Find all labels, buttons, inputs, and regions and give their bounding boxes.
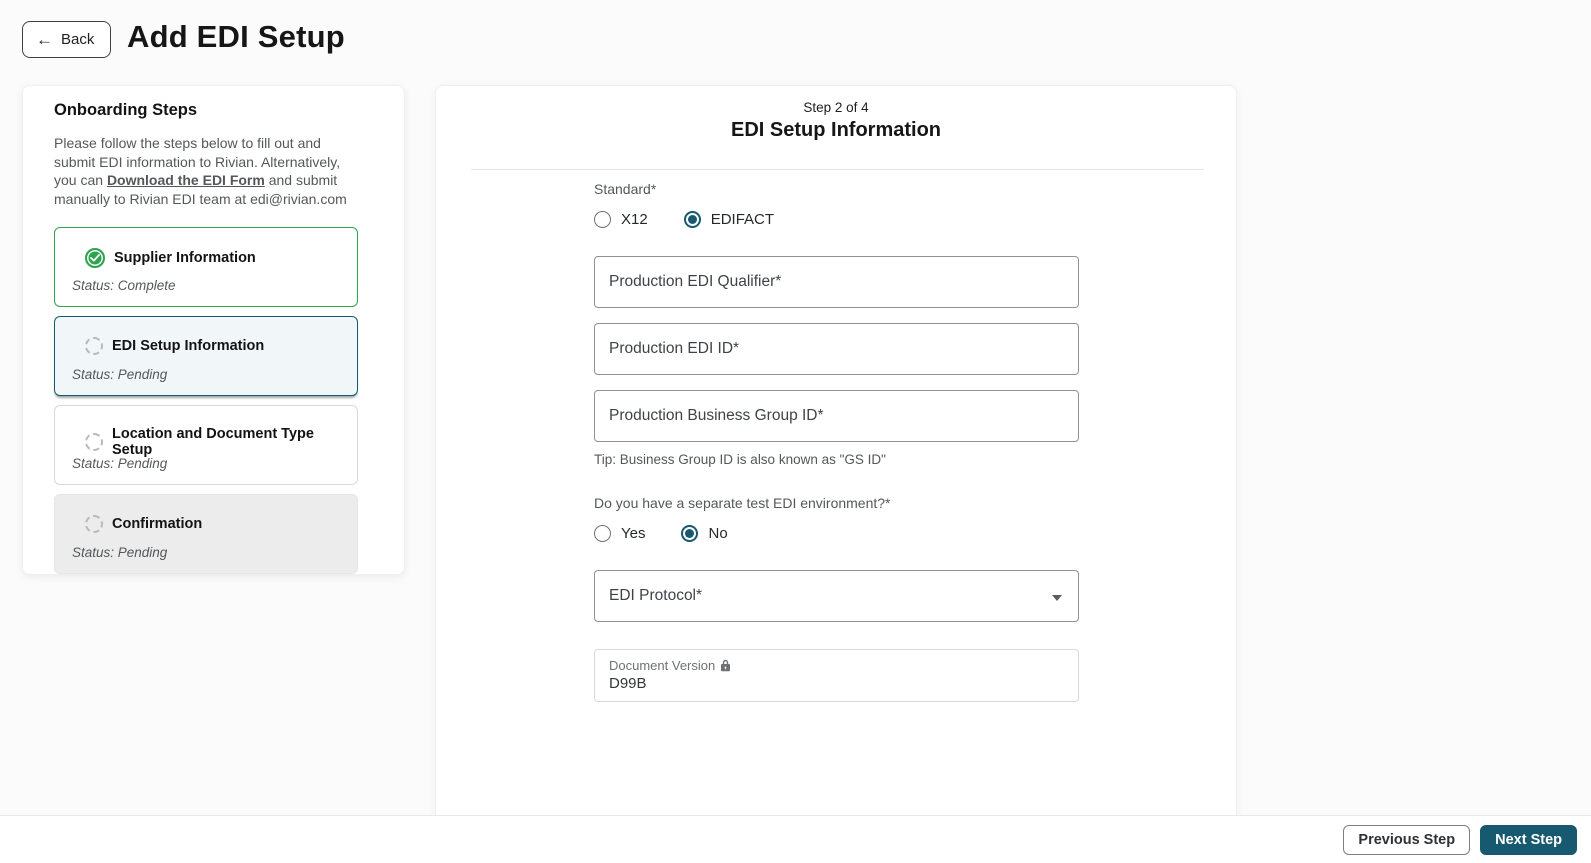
lock-icon: [721, 659, 731, 672]
document-version-label: Document Version: [609, 658, 716, 673]
onboarding-steps-title: Onboarding Steps: [54, 101, 198, 119]
standard-label: Standard*: [594, 181, 657, 197]
edi-setup-form-panel: Step 2 of 4 EDI Setup Information Standa…: [435, 85, 1237, 817]
edi-protocol-label: EDI Protocol*: [609, 587, 703, 604]
document-version-value: D99B: [609, 675, 647, 692]
business-group-id-tip: Tip: Business Group ID is also known as …: [594, 452, 886, 467]
radio-yes-label: Yes: [621, 525, 646, 542]
radio-x12[interactable]: X12: [594, 211, 648, 228]
pending-circle-icon: [85, 433, 103, 451]
production-business-group-id-input[interactable]: [594, 390, 1079, 442]
next-step-button[interactable]: Next Step: [1480, 824, 1577, 855]
radio-no-label: No: [708, 525, 728, 542]
step-status: Status: Pending: [72, 456, 168, 471]
production-edi-id-input[interactable]: [594, 323, 1079, 375]
radio-selected-icon: [683, 211, 701, 228]
steps-list: Supplier Information Status: Complete ED…: [54, 227, 373, 574]
test-environment-question: Do you have a separate test EDI environm…: [594, 495, 891, 511]
back-arrow-icon: ←: [36, 30, 53, 49]
step-card-edi-setup-information[interactable]: EDI Setup Information Status: Pending: [54, 316, 358, 396]
download-edi-form-link[interactable]: Download the EDI Form: [107, 172, 265, 188]
radio-unselected-icon: [594, 211, 611, 228]
radio-selected-icon: [681, 525, 699, 542]
edi-protocol-select[interactable]: EDI Protocol*: [594, 570, 1079, 622]
radio-unselected-icon: [594, 525, 611, 542]
footer-bar: Previous Step Next Step: [0, 815, 1591, 863]
step-label: Supplier Information: [114, 250, 256, 266]
step-indicator: Step 2 of 4: [803, 100, 869, 115]
standard-radio-group: X12 EDIFACT: [594, 211, 1079, 228]
test-environment-radio-group: Yes No: [594, 525, 1079, 542]
step-card-confirmation: Confirmation Status: Pending: [54, 494, 358, 574]
back-button[interactable]: ← Back: [22, 21, 112, 58]
radio-edifact-label: EDIFACT: [710, 211, 775, 228]
step-label: Confirmation: [112, 516, 203, 532]
check-circle-icon: [85, 248, 105, 268]
chevron-down-icon: [1052, 595, 1062, 601]
step-status: Status: Pending: [72, 367, 168, 382]
divider: [471, 169, 1204, 170]
onboarding-description: Please follow the steps below to fill ou…: [54, 134, 362, 208]
step-label: EDI Setup Information: [112, 338, 265, 354]
document-version-field: Document Version D99B: [594, 649, 1079, 702]
back-button-label: Back: [61, 31, 95, 48]
radio-edifact[interactable]: EDIFACT: [683, 211, 775, 228]
production-edi-qualifier-input[interactable]: [594, 256, 1079, 308]
step-card-supplier-information[interactable]: Supplier Information Status: Complete: [54, 227, 358, 307]
previous-step-button[interactable]: Previous Step: [1343, 824, 1471, 855]
radio-yes[interactable]: Yes: [594, 525, 645, 542]
radio-x12-label: X12: [621, 211, 648, 228]
step-label: Location and Document Type Setup: [112, 426, 314, 458]
form-title: EDI Setup Information: [731, 119, 941, 141]
step-status: Status: Complete: [72, 278, 176, 293]
onboarding-steps-panel: Onboarding Steps Please follow the steps…: [22, 85, 405, 575]
edi-setup-form: Standard* X12 EDIFACT Tip: Business Grou…: [594, 181, 1079, 702]
radio-no[interactable]: No: [681, 525, 728, 542]
page-title: Add EDI Setup: [127, 19, 345, 54]
pending-circle-icon: [85, 337, 103, 355]
pending-circle-icon: [85, 515, 103, 533]
step-status: Status: Pending: [72, 545, 168, 560]
step-card-location-document-type[interactable]: Location and Document Type Setup Status:…: [54, 405, 358, 485]
